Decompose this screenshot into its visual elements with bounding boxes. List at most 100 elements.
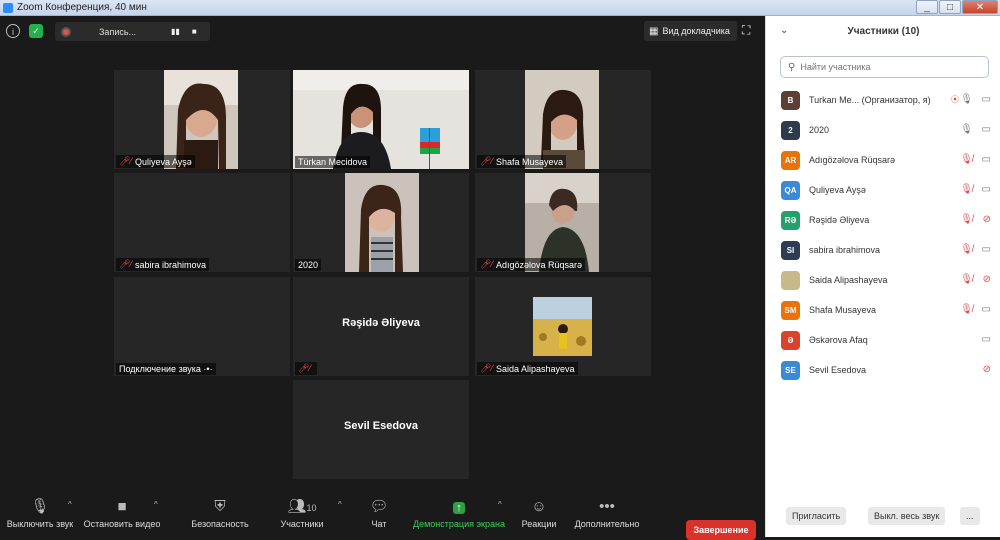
stop-video-label: Остановить видео xyxy=(83,519,161,529)
audio-options-caret-icon[interactable]: ^ xyxy=(68,500,72,509)
avatar: Ə xyxy=(781,330,800,350)
end-meeting-button[interactable]: Завершение xyxy=(686,520,756,540)
video-tile[interactable]: Rəşidə Əliyeva 🎤︎⁄ xyxy=(293,277,469,376)
speaker-view-button[interactable]: ▦ Вид докладчика xyxy=(644,21,737,41)
muted-mic-icon: 🎤︎⁄ xyxy=(119,259,132,269)
search-input[interactable] xyxy=(800,62,981,72)
participant-row[interactable]: AR Adıgözəlova Rüqsarə 🎙︎̸ ▭ xyxy=(766,145,1000,175)
participant-video xyxy=(345,173,419,272)
tile-name-tag: 🎤︎⁄ Shafa Musayeva xyxy=(477,155,566,168)
avatar: B xyxy=(781,90,800,110)
video-tile[interactable]: 🎤︎⁄ Shafa Musayeva xyxy=(475,70,651,169)
video-tile[interactable]: 🎤︎⁄ sabira ibrahimova xyxy=(114,173,290,272)
encryption-shield-icon[interactable]: ✓ xyxy=(29,24,43,38)
participant-row[interactable]: SM Shafa Musayeva 🎙︎̸ ▭ xyxy=(766,295,1000,325)
video-tile[interactable]: Sevil Esedova xyxy=(293,380,469,479)
avatar: 2 xyxy=(781,120,800,140)
video-tile[interactable]: 🎤︎⁄ Saida Alipashayeva xyxy=(475,277,651,376)
participant-name: Shafa Musayeva xyxy=(809,305,877,315)
chat-button[interactable]: 💬︎ Чат xyxy=(362,497,396,529)
video-tile-active-speaker[interactable]: Türkan Mecidova xyxy=(293,70,469,169)
share-options-caret-icon[interactable]: ^ xyxy=(498,500,502,509)
security-shield-icon: ⛨ xyxy=(214,498,226,515)
more-button[interactable]: ••• Дополнительно xyxy=(572,497,642,529)
invite-button[interactable]: Пригласить xyxy=(786,507,847,525)
participants-button[interactable]: 👥︎10 Участники xyxy=(278,497,326,529)
tile-name: 2020 xyxy=(298,260,319,270)
muted-microphone-icon: 🎙︎̸ xyxy=(960,244,973,255)
window-title: Zoom Конференция, 40 мин xyxy=(17,2,147,13)
participant-row[interactable]: SE Sevil Esedova ⊘ xyxy=(766,355,1000,385)
close-button[interactable]: ✕ xyxy=(962,0,998,14)
participant-name: Quliyeva Ayşə xyxy=(809,185,866,195)
video-tile[interactable]: 🎤︎⁄ Quliyeva Ayşə xyxy=(114,70,290,169)
mute-all-button[interactable]: Выкл. весь звук xyxy=(868,507,946,525)
tile-name: sabira ibrahimova xyxy=(134,259,206,270)
video-camera-icon: ▭ xyxy=(981,94,991,105)
participant-row[interactable]: Ə Əskərova Afaq ▭ xyxy=(766,325,1000,355)
tile-name-tag: 🎤︎⁄ xyxy=(295,362,317,375)
participants-panel-footer: Пригласить Выкл. весь звук ... xyxy=(766,505,1000,527)
fullscreen-icon[interactable]: ⛶ xyxy=(742,23,750,38)
stop-recording-icon[interactable]: ■ xyxy=(192,27,197,36)
muted-mic-icon: 🎤︎⁄ xyxy=(119,156,132,166)
tile-name-tag: 🎤︎⁄ Saida Alipashayeva xyxy=(477,362,578,375)
security-button[interactable]: ⛨ Безопасность xyxy=(188,497,252,529)
participant-row[interactable]: RƏ Rəşidə Əliyeva 🎙︎̸ ⊘ xyxy=(766,205,1000,235)
participants-panel-title: Участники (10) xyxy=(847,26,920,37)
security-label: Безопасность xyxy=(191,519,249,529)
share-screen-icon: ↑ xyxy=(412,497,506,517)
video-tile[interactable]: 2020 xyxy=(293,173,469,272)
participant-list: B Turkan Me... (Организатор, я) ⦿ 🎙︎ ▭ 2 2020 🎙… xyxy=(766,85,1000,385)
participant-row[interactable]: SI sabira ibrahimova 🎙︎̸ ▭ xyxy=(766,235,1000,265)
video-camera-icon: ▭ xyxy=(981,334,991,345)
pause-recording-icon[interactable]: ▮▮ xyxy=(171,27,180,36)
participant-row[interactable]: 2 2020 🎙︎ ▭ xyxy=(766,115,1000,145)
stop-video-button[interactable]: ■ Остановить видео xyxy=(82,497,162,529)
video-camera-icon: ▭ xyxy=(981,154,991,165)
video-off-icon: ⊘ xyxy=(982,214,991,225)
participant-name: Sevil Esedova xyxy=(809,365,867,375)
search-icon: ⚲ xyxy=(788,61,796,73)
avatar: SE xyxy=(781,360,800,380)
participant-row[interactable]: Saida Alipashayeva 🎙︎̸ ⊘ xyxy=(766,265,1000,295)
participant-search[interactable]: ⚲ xyxy=(780,56,989,78)
muted-microphone-icon: 🎙︎̸ xyxy=(960,274,973,285)
recording-label: Запись... xyxy=(99,26,137,37)
mute-audio-button[interactable]: 🎙︎ Выключить звук xyxy=(4,497,76,529)
tile-name: Shafa Musayeva xyxy=(495,156,563,167)
participant-name: Adıgözəlova Rüqsarə xyxy=(809,155,896,165)
participant-display-name: Sevil Esedova xyxy=(344,420,418,432)
tile-name: Türkan Mecidova xyxy=(298,157,368,167)
share-screen-label: Демонстрация экрана xyxy=(413,519,505,529)
participant-video xyxy=(293,70,469,169)
video-off-icon: ⊘ xyxy=(982,364,991,375)
avatar: RƏ xyxy=(781,210,800,230)
tile-name-tag: Türkan Mecidova xyxy=(295,156,371,168)
video-tile[interactable]: 🎤︎⁄ Adıgözəlova Rüqsarə xyxy=(475,173,651,272)
reaction-smiley-icon: ☺ xyxy=(531,498,547,515)
share-screen-button[interactable]: ↑ Демонстрация экрана xyxy=(412,497,506,529)
video-tile[interactable]: Подключение звука ·•· xyxy=(114,277,290,376)
tile-name: Saida Alipashayeva xyxy=(495,363,575,374)
panel-more-button[interactable]: ... xyxy=(960,507,980,525)
muted-microphone-icon: 🎙︎̸ xyxy=(960,214,973,225)
participants-count: 10 xyxy=(306,503,317,513)
participant-name: 2020 xyxy=(809,125,830,135)
video-options-caret-icon[interactable]: ^ xyxy=(154,500,158,509)
video-camera-icon: ▭ xyxy=(981,124,991,135)
muted-microphone-icon: 🎙︎̸ xyxy=(960,304,973,315)
minimize-button[interactable]: _ xyxy=(916,0,938,14)
meeting-area: i ✓ Запись... ▮▮ ■ ▦ Вид докладчика ⛶ 🎤︎… xyxy=(0,16,765,540)
tile-name: Adıgözəlova Rüqsarə xyxy=(495,259,582,270)
participant-row[interactable]: QA Quliyeva Ayşə 🎙︎̸ ▭ xyxy=(766,175,1000,205)
reactions-button[interactable]: ☺ Реакции xyxy=(518,497,560,529)
participant-row[interactable]: B Turkan Me... (Организатор, я) ⦿ 🎙︎ ▭ xyxy=(766,85,1000,115)
reactions-label: Реакции xyxy=(521,519,557,529)
participants-options-caret-icon[interactable]: ^ xyxy=(338,500,342,509)
video-camera-icon: ▭ xyxy=(981,184,991,195)
video-off-icon: ⊘ xyxy=(982,274,991,285)
info-icon[interactable]: i xyxy=(6,24,20,38)
maximize-button[interactable]: □ xyxy=(939,0,961,14)
video-camera-icon: ■ xyxy=(117,498,127,515)
